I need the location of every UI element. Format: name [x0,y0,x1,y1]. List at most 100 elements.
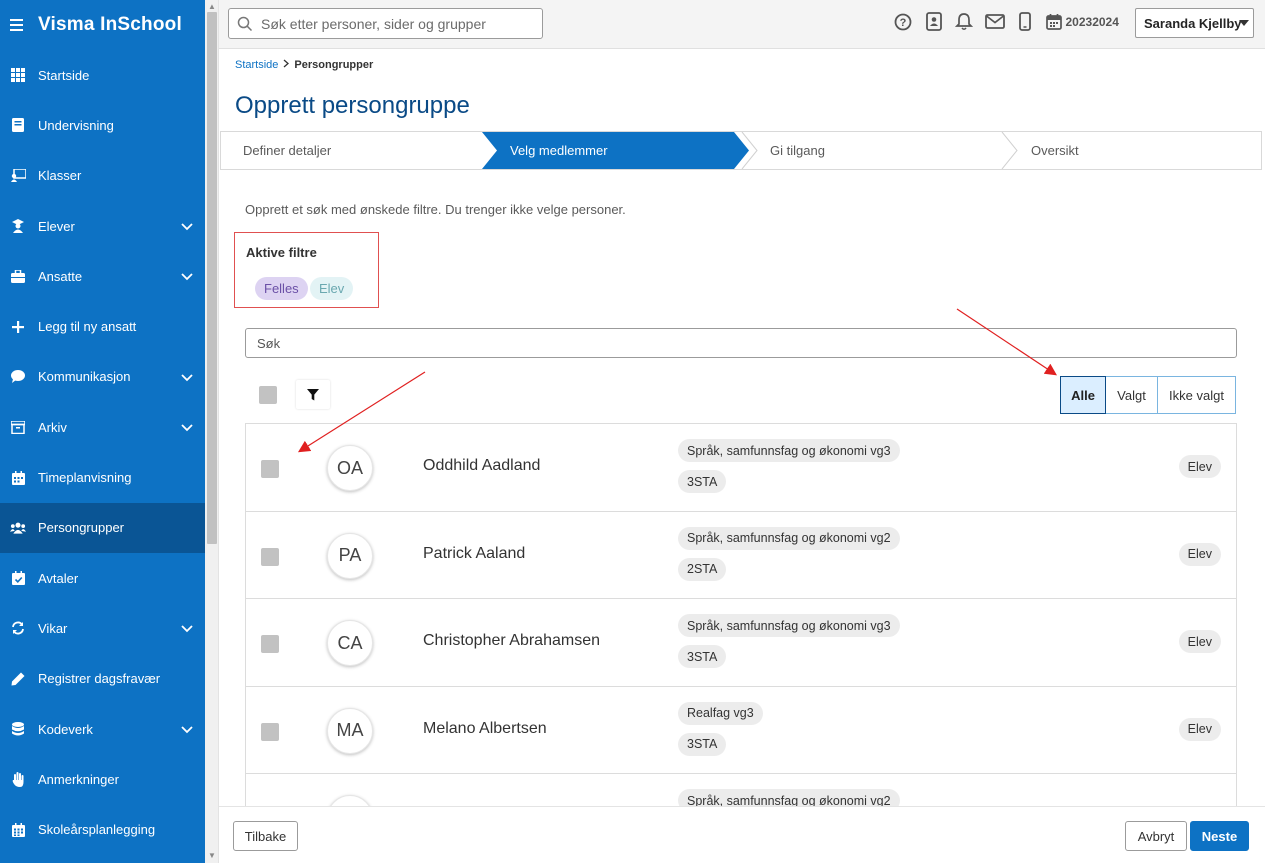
segment-valgt[interactable]: Valgt [1105,376,1158,414]
sidebar-item-label: Legg til ny ansatt [38,319,137,335]
user-name: Saranda Kjellby [1144,15,1242,31]
sidebar-item-label: Ansatte [38,268,83,284]
sidebar-scrollbar[interactable]: ▲ ▼ [205,0,219,863]
global-search[interactable] [228,8,543,39]
class-tag: 3STA [678,645,727,668]
chevron-down-icon[interactable] [181,370,193,385]
sidebar-item-persongrupper[interactable]: Persongrupper [0,502,205,553]
member-search-input[interactable] [257,335,1217,351]
sidebar-item-skoleårsplanlegging[interactable]: Skoleårsplanlegging [0,804,205,854]
scroll-down-icon[interactable]: ▼ [208,851,216,860]
sidebar-item-label: Skoleårsplanlegging [38,822,156,838]
grid-icon [10,67,26,83]
search-icon [237,16,253,31]
program-tag: Språk, samfunnsfag og økonomi vg2 [678,526,900,550]
chevron-down-icon[interactable] [181,621,193,636]
chevron-down-icon[interactable] [181,269,193,284]
filter-chip-elev[interactable]: Elev [310,277,354,300]
filter-button[interactable] [296,380,330,409]
person-checkbox[interactable] [261,460,279,478]
person-checkbox[interactable] [261,722,279,741]
sidebar-item-klasser[interactable]: Klasser [0,151,205,201]
avatar [327,795,373,806]
step-1[interactable]: Definer detaljer [243,132,331,169]
sidebar-item-vikar[interactable]: Vikar [0,603,205,653]
app-title: Visma InSchool [38,14,182,35]
wizard-stepper: Definer detaljer Velg medlemmer Gi tilgang… [220,131,1262,170]
help-icon[interactable]: ? [888,13,919,31]
person-name: Oddhild Aadland [423,457,541,474]
sidebar-item-arkiv[interactable]: Arkiv [0,402,205,452]
member-search[interactable] [245,328,1237,358]
sidebar-item-label: Avtaler [38,570,79,586]
bell-icon[interactable] [949,12,980,31]
people-icon [10,520,26,536]
scroll-up-icon[interactable]: ▲ [208,2,216,11]
step-3[interactable]: Gi tilgang [770,132,825,169]
sidebar-item-timeplanvisning[interactable]: Timeplanvisning [0,452,205,502]
sidebar-item-label: Kodeverk [38,721,93,737]
brand: Visma InSchool [0,0,205,50]
person-row[interactable]: MA Melano Albertsen Realfag vg3 3STA Ele… [246,687,1236,774]
role-tag: Elev [1178,455,1221,478]
scrollbar-thumb[interactable] [207,12,217,544]
footer: Tilbake Avbryt Neste [219,806,1265,863]
person-row[interactable]: CA Christopher Abrahamsen Språk, samfunn… [246,599,1236,687]
select-all-checkbox[interactable] [259,386,277,404]
sidebar-item-label: Undervisning [38,117,114,133]
avatar: OA [327,445,373,491]
sidebar-item-avtaler[interactable]: Avtaler [0,553,205,603]
person-name: Melano Albertsen [423,719,547,737]
stepper-background [482,132,1018,169]
hand-icon [10,771,26,787]
chevron-down-icon[interactable] [181,219,193,234]
sidebar-item-startside[interactable]: Startside [0,50,205,100]
person-row[interactable]: Språk, samfunnsfag og økonomi vg2 [246,774,1236,806]
avatar-initials: OA [336,457,363,478]
avatar-initials: MA [336,720,364,740]
hamburger-icon[interactable] [10,15,30,36]
sidebar-item-undervisning[interactable]: Undervisning [0,100,205,150]
user-menu[interactable]: Saranda Kjellby [1135,8,1254,38]
person-row[interactable]: OA Oddhild Aadland Språk, samfunnsfag og… [246,424,1236,512]
sidebar-item-label: Persongrupper [38,520,124,536]
person-checkbox[interactable] [261,547,279,566]
school-year[interactable]: 20232024 [1066,15,1119,29]
person-row[interactable]: PA Patrick Aaland Språk, samfunnsfag og … [246,512,1236,599]
person-name: Patrick Aaland [423,544,526,562]
step-4[interactable]: Oversikt [1031,132,1079,169]
chevron-down-icon[interactable] [181,420,193,435]
sidebar-item-label: Vikar [38,620,68,636]
member-list: OA Oddhild Aadland Språk, samfunnsfag og… [245,423,1237,806]
sidebar-item-elever[interactable]: Elever [0,201,205,251]
step-2[interactable]: Velg medlemmer [510,132,608,169]
book-icon [10,117,26,133]
sidebar-item-anmerkninger[interactable]: Anmerkninger [0,754,205,804]
role-tag: Elev [1178,717,1221,741]
person-checkbox[interactable] [261,635,279,653]
sidebar-item-kodeverk[interactable]: Kodeverk [0,704,205,754]
sidebar-item-ansatte[interactable]: Ansatte [0,251,205,301]
page-title: Opprett persongruppe [235,92,470,119]
sidebar-item-kommunikasjon[interactable]: Kommunikasjon [0,352,205,402]
briefcase-icon [10,268,26,284]
next-button[interactable]: Neste [1190,821,1249,851]
mail-icon[interactable] [980,14,1011,29]
breadcrumb-home-link[interactable]: Startside [235,59,278,71]
active-filters-title: Aktive filtre [246,245,317,260]
calendar-icon[interactable] [1045,13,1062,30]
back-button[interactable]: Tilbake [233,821,298,851]
sidebar-nav: Startside Undervisning Klasser Elever An… [0,50,205,855]
sidebar-item-registrer-dagsfravær[interactable]: Registrer dagsfravær [0,654,205,704]
sidebar-item-legg-til-ny-ansatt[interactable]: Legg til ny ansatt [0,301,205,351]
sidebar-item-label: Startside [38,67,90,83]
phone-icon[interactable] [1010,12,1041,31]
cancel-button[interactable]: Avbryt [1125,821,1187,851]
global-search-input[interactable] [261,15,531,32]
segment-ikke-valgt[interactable]: Ikke valgt [1157,376,1236,414]
segment-alle[interactable]: Alle [1060,376,1106,414]
filter-chip-felles[interactable]: Felles [255,277,308,300]
chevron-down-icon[interactable] [181,722,193,737]
program-tag: Språk, samfunnsfag og økonomi vg2 [678,789,900,806]
contacts-icon[interactable] [919,12,950,31]
